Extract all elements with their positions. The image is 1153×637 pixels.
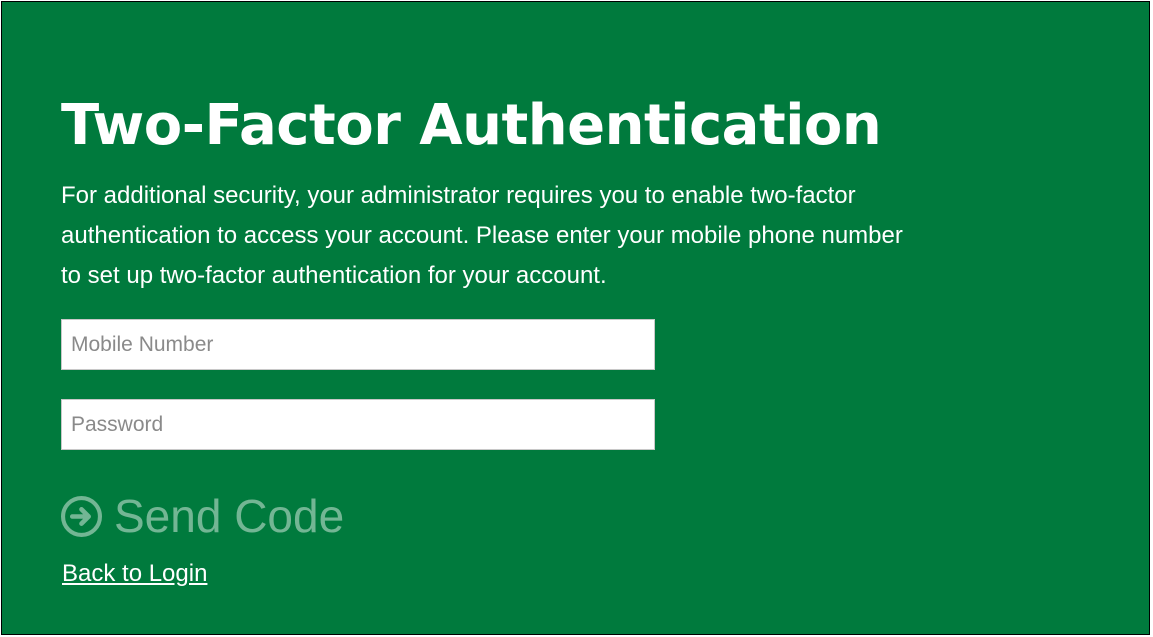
send-code-label: Send Code: [114, 490, 345, 542]
arrow-circle-right-icon: [61, 495, 102, 537]
send-code-button[interactable]: Send Code: [61, 489, 344, 543]
mobile-number-input[interactable]: [61, 319, 655, 370]
description-line: to set up two-factor authentication for …: [61, 262, 607, 289]
password-input[interactable]: [61, 399, 655, 450]
description: For additional security, your administra…: [61, 176, 1121, 296]
description-line: For additional security, your administra…: [61, 182, 856, 209]
back-to-login-link[interactable]: Back to Login: [62, 560, 207, 588]
two-factor-panel: Two-Factor Authentication For additional…: [1, 1, 1150, 635]
page-title: Two-Factor Authentication: [61, 93, 882, 158]
description-line: authentication to access your account. P…: [61, 222, 903, 249]
